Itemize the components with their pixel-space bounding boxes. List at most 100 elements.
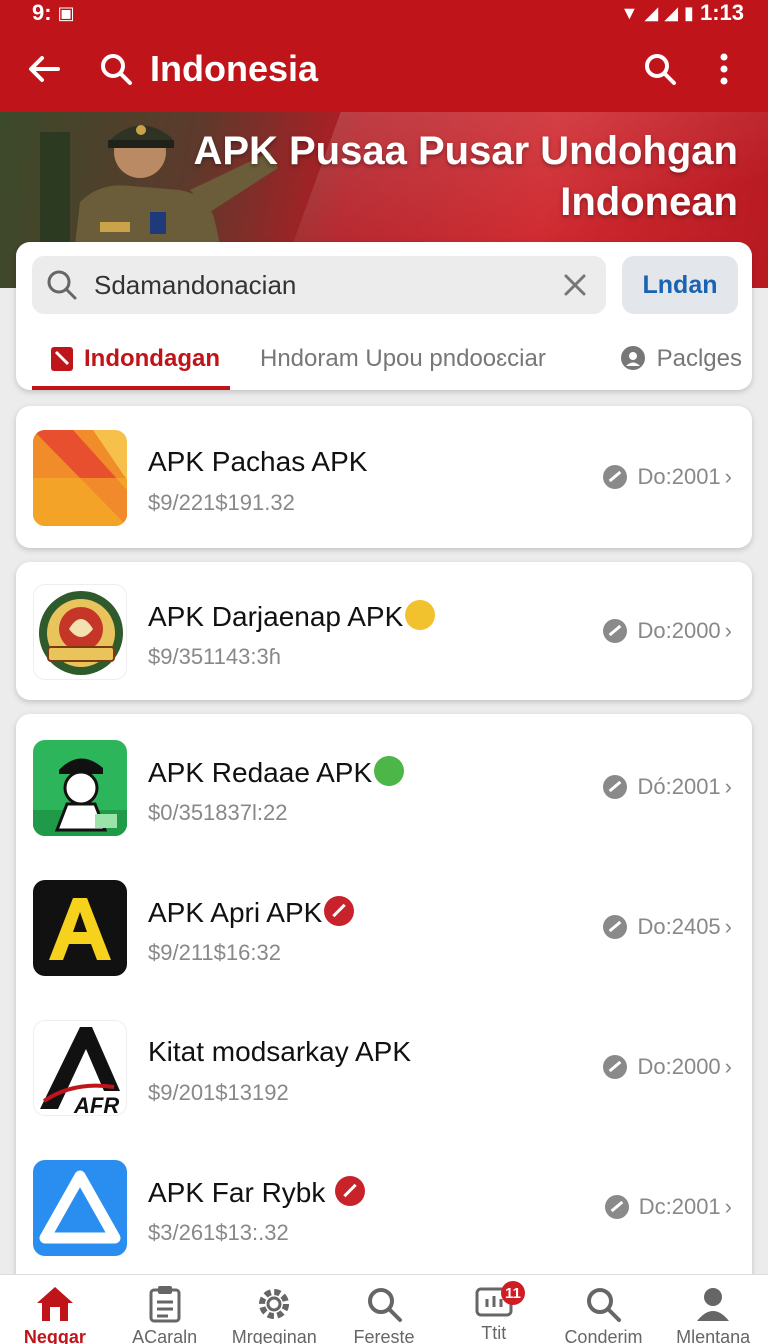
app-meta: Dc:2001 › <box>604 1194 732 1220</box>
emoji-icon <box>405 600 436 630</box>
clear-search-button[interactable] <box>558 268 592 302</box>
chevron-right-icon: › <box>724 914 732 939</box>
tab-label: Hndoram Upou pndooɛciar <box>260 345 546 372</box>
nav-item-ttit[interactable]: 11 Ttit <box>439 1275 549 1344</box>
title-search-icon <box>94 47 138 91</box>
chat-icon <box>619 345 647 373</box>
app-meta-value: Do:2000 <box>637 618 721 643</box>
tab-hndoram[interactable]: Hndoram Upou pndooɛciar <box>230 328 566 390</box>
nav-item-profile[interactable]: Mlentana <box>658 1275 768 1344</box>
chevron-right-icon: › <box>724 1194 732 1219</box>
svg-text:AFR: AFR <box>73 1093 119 1116</box>
search-input[interactable] <box>94 269 558 301</box>
arrow-left-icon <box>29 56 60 82</box>
bookmark-icon <box>50 346 74 372</box>
list-item[interactable]: APK Apri APK $9/211$16:32 Do:2405 › <box>16 872 752 982</box>
download-icon <box>603 619 628 643</box>
app-card[interactable]: APK Pachas APK $9/221$191.32 Do:2001 › <box>16 406 752 548</box>
app-price: $3/261$13:.32 <box>148 1220 289 1245</box>
blocked-icon <box>324 896 355 926</box>
app-price: $9/221$191.32 <box>148 490 295 515</box>
tab-label: Indondagan <box>84 345 220 372</box>
app-meta: Dó:2001 › <box>603 774 732 800</box>
smile-icon <box>374 756 405 786</box>
blue-triangle-icon <box>33 1160 127 1256</box>
chevron-right-icon: › <box>724 1054 732 1079</box>
app-meta-value: Do:2000 <box>637 1054 721 1079</box>
app-meta-value: Dó:2001 <box>637 774 721 799</box>
search-card: Lndan Indondagan Hndoram Upou pndooɛciar… <box>16 242 752 390</box>
hero-title: APK Pusaa Pusar Undohgan Indonean <box>178 126 738 228</box>
app-price: $9/211$16:32 <box>148 940 281 965</box>
search-icon <box>362 1285 406 1323</box>
list-item[interactable]: APK Far Rybk $3/261$13:.32 Dc:2001 › <box>16 1152 752 1262</box>
nav-label: Ttit <box>481 1323 507 1343</box>
nav-label: Mlentana <box>676 1327 751 1344</box>
chevron-right-icon: › <box>724 464 732 489</box>
back-button[interactable] <box>20 45 68 93</box>
emblem-icon <box>33 584 127 680</box>
status-bar: 9: ▣ ▼ ◢ ◢ ▮ 1:13 <box>0 0 768 26</box>
signal-icon-2: ◢ <box>664 2 679 23</box>
tab-indondagan[interactable]: Indondagan <box>32 328 230 390</box>
home-icon <box>33 1285 77 1323</box>
app-price: $0/351837l:22 <box>148 800 288 825</box>
clipboard-icon <box>143 1285 187 1323</box>
nav-item-home[interactable]: Neggar <box>0 1275 110 1344</box>
app-meta: Do:2000 › <box>603 1054 732 1080</box>
app-card[interactable]: APK Darjaenap APK $9/351143:3ɦ Do:2000 › <box>16 562 752 700</box>
orange-folder-icon <box>33 430 127 526</box>
notification-badge: 11 <box>500 1281 525 1305</box>
chevron-right-icon: › <box>724 774 732 799</box>
app-meta: Do:2001 › <box>603 464 732 490</box>
app-name: APK Darjaenap APK <box>148 600 436 633</box>
app-meta-value: Dc:2001 <box>638 1194 721 1219</box>
tab-bar: Indondagan Hndoram Upou pndooɛciar Paclg… <box>32 328 742 390</box>
soldier-icon <box>33 740 127 836</box>
notification-icon: ▣ <box>57 2 75 23</box>
search-submit-button[interactable]: Lndan <box>622 256 738 314</box>
tab-paclges[interactable]: Paclges <box>566 328 742 390</box>
search-button[interactable] <box>636 45 684 93</box>
person-icon <box>691 1285 735 1323</box>
list-item[interactable]: APK Pachas APK $9/221$191.32 Do:2001 › <box>16 422 752 532</box>
list-item[interactable]: AFR Kitat modsarkay APK $9/201$13192 Do:… <box>16 1012 752 1122</box>
search-icon <box>46 268 80 302</box>
close-icon <box>564 274 586 296</box>
more-options-button[interactable] <box>700 45 748 93</box>
nav-label: ACaraln <box>132 1327 198 1344</box>
wifi-icon: ▼ <box>620 2 639 23</box>
nav-item-settings[interactable]: Mrgeginan <box>219 1275 329 1344</box>
page-title: Indonesia <box>150 48 319 89</box>
chevron-right-icon: › <box>724 618 732 643</box>
nav-label: Mrgeginan <box>231 1327 317 1344</box>
letter-a-icon <box>33 880 127 976</box>
download-icon <box>603 1055 628 1079</box>
app-price: $9/201$13192 <box>148 1080 289 1105</box>
download-icon <box>603 915 628 939</box>
app-meta-value: Do:2405 <box>637 914 721 939</box>
battery-icon: ▮ <box>684 2 694 23</box>
search-icon <box>645 54 676 85</box>
nav-label: Neggar <box>23 1327 86 1344</box>
list-item[interactable]: APK Darjaenap APK $9/351143:3ɦ Do:2000 › <box>16 576 752 686</box>
list-item[interactable]: APK Redaae APK $0/351837l:22 Dó:2001 › <box>16 732 752 842</box>
app-meta: Do:2405 › <box>603 914 732 940</box>
status-time: 9: <box>32 0 52 25</box>
status-battery: 1:13 <box>699 0 744 25</box>
nav-item-acaraln[interactable]: ACaraln <box>110 1275 220 1344</box>
search-field[interactable] <box>32 256 606 314</box>
nav-item-conderim[interactable]: Conderim <box>549 1275 659 1344</box>
app-name: APK Redaae APK <box>148 756 405 789</box>
nav-item-fereste[interactable]: Fereste <box>329 1275 439 1344</box>
gear-icon <box>252 1285 296 1323</box>
app-meta: Do:2000 › <box>603 618 732 644</box>
app-name: APK Pachas APK <box>148 446 368 477</box>
hero-title-line-1: APK Pusaa Pusar Undohgan <box>193 129 738 173</box>
app-list-card: APK Redaae APK $0/351837l:22 Dó:2001 › A… <box>16 714 752 1294</box>
download-icon <box>603 775 628 799</box>
blocked-icon <box>335 1176 366 1206</box>
app-name: APK Far Rybk <box>148 1176 366 1209</box>
afr-logo-icon: AFR <box>33 1020 127 1116</box>
hero-title-line-2: Indonean <box>560 180 738 224</box>
